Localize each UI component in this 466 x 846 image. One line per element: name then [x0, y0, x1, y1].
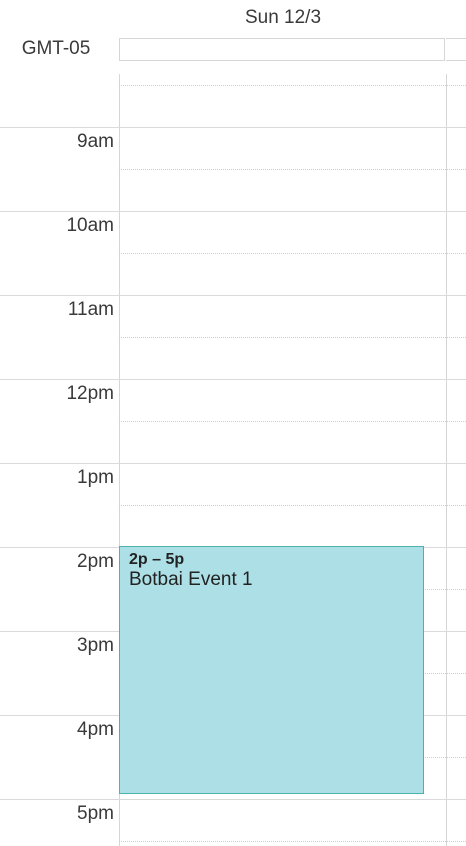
half-hour-line — [119, 337, 466, 338]
half-hour-line — [119, 253, 466, 254]
time-label-4pm: 4pm — [77, 719, 114, 740]
half-hour-line — [119, 85, 466, 86]
hour-line — [0, 127, 466, 128]
day-column-header[interactable]: Sun 12/3 — [120, 0, 446, 36]
time-label-2pm: 2pm — [77, 551, 114, 572]
event-title: Botbai Event 1 — [129, 569, 253, 590]
half-hour-line — [119, 421, 466, 422]
half-hour-line — [119, 505, 466, 506]
hour-line — [0, 799, 466, 800]
hour-line — [0, 379, 466, 380]
event-time-range: 2p – 5p — [129, 551, 185, 568]
time-label-3pm: 3pm — [77, 635, 114, 656]
all-day-slot[interactable] — [119, 38, 445, 61]
time-label-12pm: 12pm — [66, 383, 114, 404]
day-column-right-border — [446, 74, 447, 846]
all-day-slot-next — [446, 38, 466, 61]
hour-line — [0, 211, 466, 212]
time-label-10am: 10am — [66, 215, 114, 236]
calendar-event[interactable]: 2p – 5p Botbai Event 1 — [119, 546, 424, 794]
time-label-11am: 11am — [67, 299, 114, 320]
time-label-5pm: 5pm — [77, 803, 114, 824]
hour-line — [0, 295, 466, 296]
half-hour-line — [119, 169, 466, 170]
time-label-1pm: 1pm — [77, 467, 114, 488]
timezone-label: GMT-05 — [21, 38, 91, 59]
half-hour-line — [119, 841, 466, 842]
hour-line — [0, 463, 466, 464]
time-label-9am: 9am — [77, 131, 114, 152]
